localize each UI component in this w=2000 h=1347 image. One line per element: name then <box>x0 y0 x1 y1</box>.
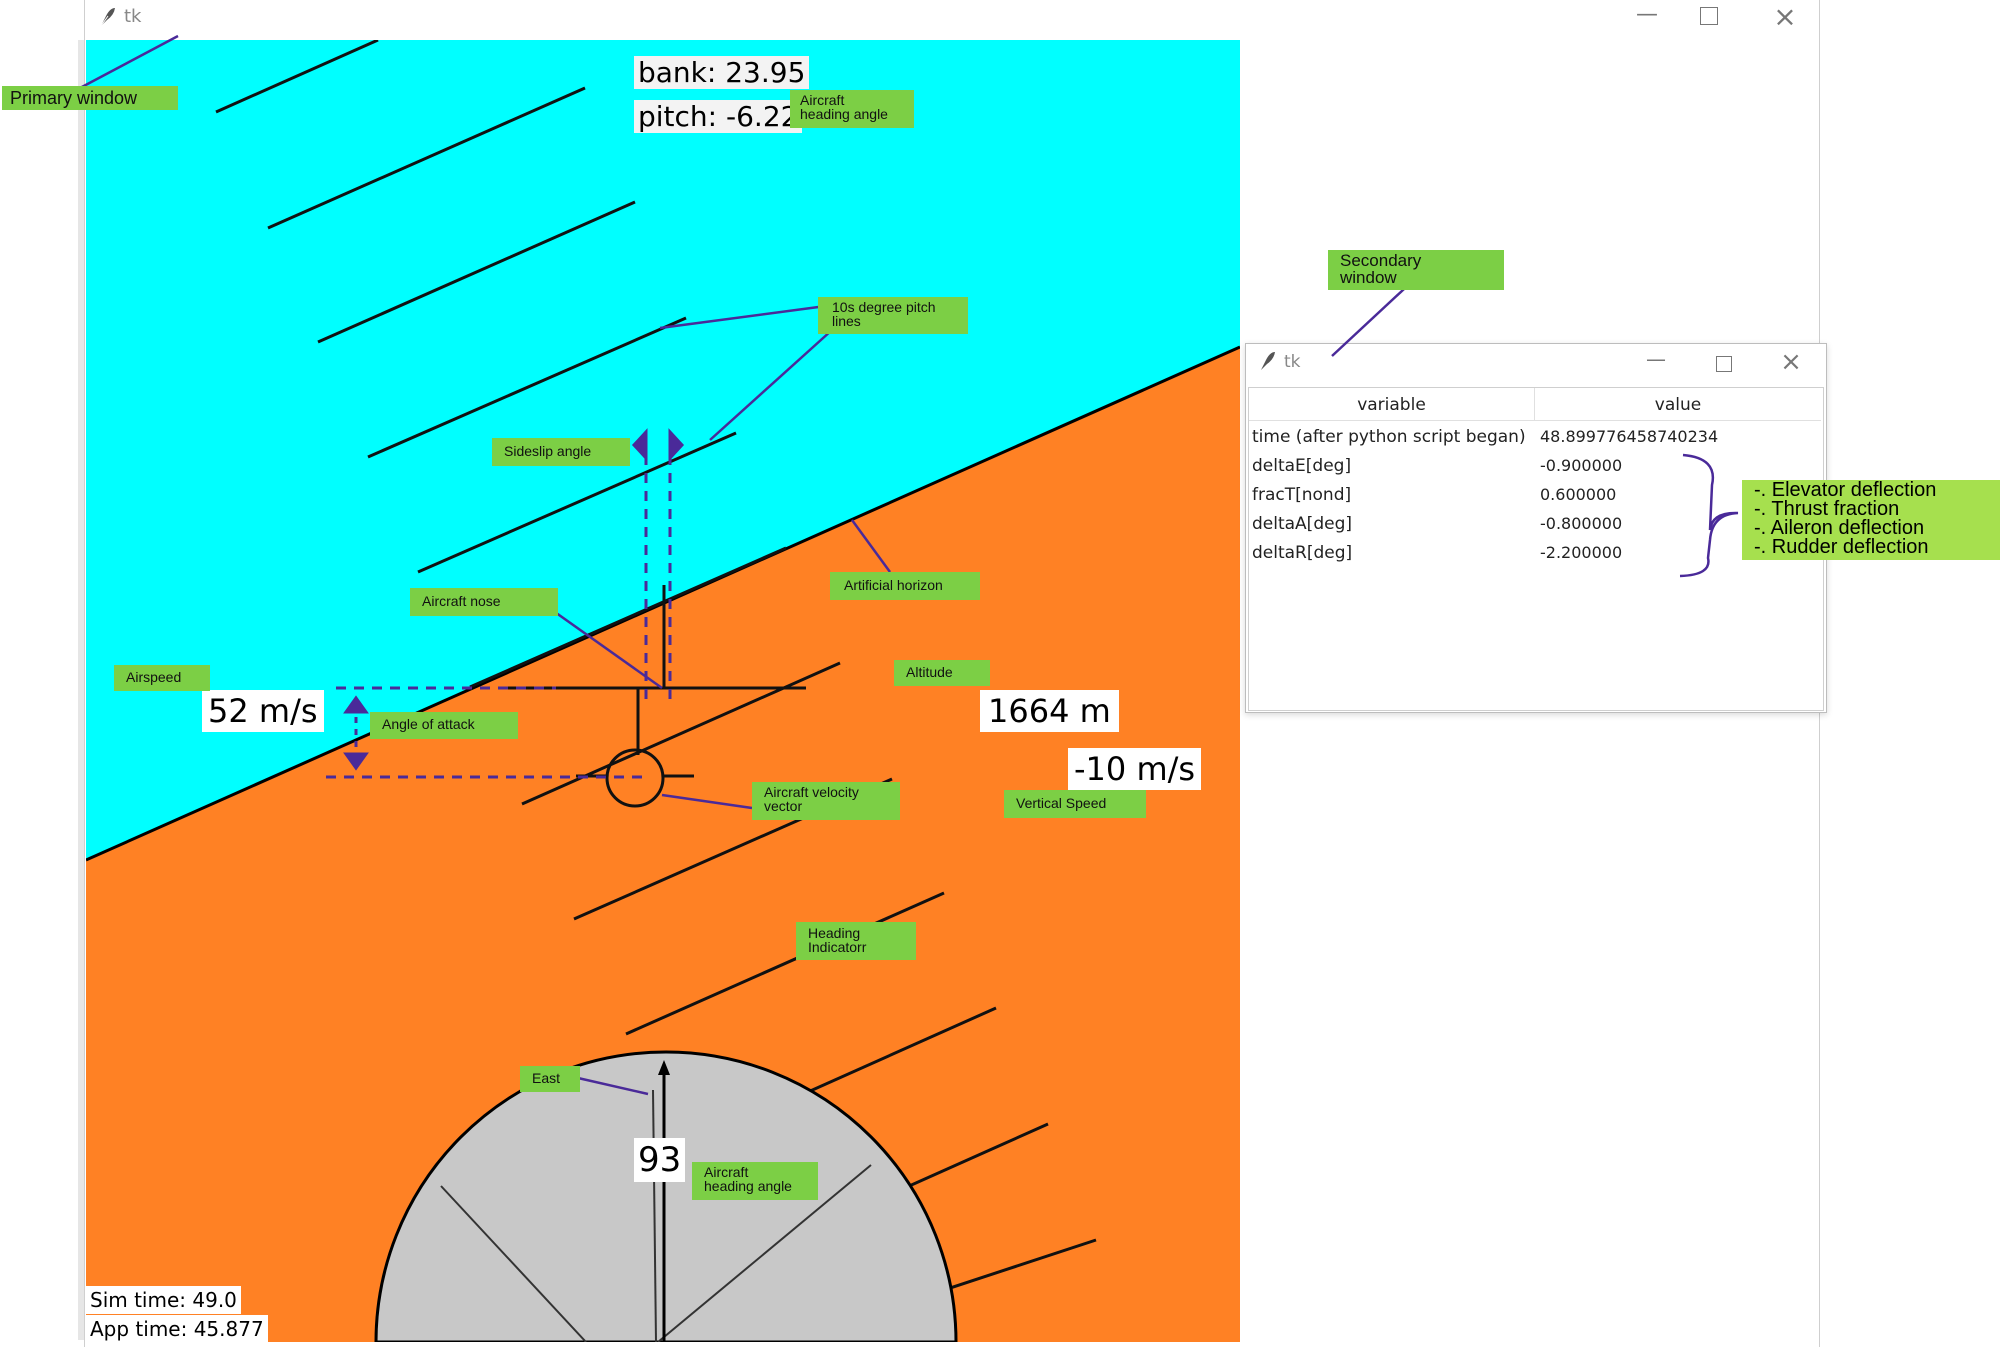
artificial-horizon-annotation: Artificial horizon <box>830 572 980 600</box>
aircraft-nose-annotation: Aircraft nose <box>410 588 558 616</box>
angle-of-attack-annotation: Angle of attack <box>370 712 518 739</box>
annotation-leader-lines <box>79 34 1739 1096</box>
aircraft-heading-annotation-bottom-line2: heading angle <box>704 1178 792 1194</box>
heading-indicator-annotation: Heading Indicatorr <box>796 922 916 960</box>
vertical-speed-annotation: Vertical Speed <box>1004 790 1146 818</box>
velocity-vector-annotation-line2: vector <box>764 798 803 814</box>
velocity-vector-annotation-line1: Aircraft velocity <box>764 784 859 800</box>
aircraft-heading-annotation-bottom: Aircraft heading angle <box>692 1162 818 1200</box>
secondary-window-annotation-line1: Secondary <box>1340 251 1422 270</box>
aircraft-heading-annotation-top-line1: Aircraft <box>800 92 845 108</box>
rudder-deflection-label: -. Rudder deflection <box>1754 536 1929 558</box>
pitch-lines-annotation-line1: 10s degree pitch <box>832 299 936 315</box>
heading-indicator-annotation-line2: Indicatorr <box>808 939 867 955</box>
sideslip-annotation: Sideslip angle <box>492 438 630 466</box>
heading-indicator-annotation-line1: Heading <box>808 925 861 941</box>
aircraft-heading-annotation-bottom-line1: Aircraft <box>704 1164 749 1180</box>
pitch-lines-annotation-line2: lines <box>832 313 861 329</box>
secondary-window-annotation-line2: window <box>1340 268 1397 287</box>
secondary-window-annotation: Secondary window <box>1328 250 1504 290</box>
aircraft-heading-annotation-top-line2: heading angle <box>800 106 888 122</box>
pitch-lines-annotation: 10s degree pitch lines <box>818 297 968 334</box>
velocity-vector-annotation: Aircraft velocity vector <box>752 782 900 820</box>
primary-window-annotation: Primary window <box>2 86 178 110</box>
east-annotation: East <box>520 1066 580 1092</box>
aircraft-heading-annotation-top: Aircraft heading angle <box>790 90 914 128</box>
altitude-annotation: Altitude <box>894 660 990 686</box>
airspeed-annotation: Airspeed <box>114 665 210 691</box>
